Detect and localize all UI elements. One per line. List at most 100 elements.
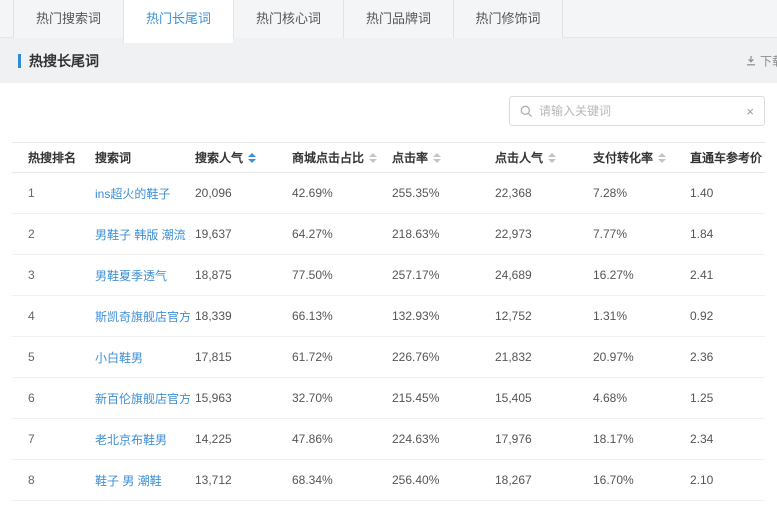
table-row: 4斯凯奇旗舰店官方旗舰18,33966.13%132.93%12,7521.31…: [12, 296, 765, 337]
tab-2-active[interactable]: 热门长尾词: [123, 0, 233, 43]
cell-pay_conversion: 7.77%: [588, 214, 685, 255]
title-accent-bar: [18, 54, 21, 68]
cell-click_popularity: 15,405: [490, 378, 588, 419]
keyword-link[interactable]: 男鞋夏季透气: [95, 269, 167, 283]
download-label: 下载: [760, 52, 777, 69]
cell-keyword: 男鞋夏季透气: [90, 255, 190, 296]
cell-ztc_price: 2.41: [685, 255, 765, 296]
sort-icon[interactable]: [369, 153, 377, 163]
keyword-link[interactable]: 鞋子 男 潮鞋: [95, 474, 162, 488]
cell-rank: 5: [12, 337, 90, 378]
sort-icon[interactable]: [433, 153, 441, 163]
cell-ztc_price: 2.34: [685, 419, 765, 460]
cell-rank: 2: [12, 214, 90, 255]
cell-click_popularity: 21,832: [490, 337, 588, 378]
search-input[interactable]: [539, 104, 740, 118]
tab-4[interactable]: 热门品牌词: [343, 0, 453, 38]
column-label: 搜索人气: [195, 151, 243, 165]
column-label: 支付转化率: [593, 151, 653, 165]
section-header: 热搜长尾词 下载: [0, 38, 777, 83]
column-label: 商城点击占比: [292, 151, 364, 165]
cell-click_rate: 132.93%: [387, 296, 490, 337]
cell-rank: 3: [12, 255, 90, 296]
cell-mall_click_ratio: 77.50%: [287, 255, 387, 296]
tab-1[interactable]: 热门搜索词: [13, 0, 123, 38]
table-row: 2 男鞋子 韩版 潮流 英...19,63764.27%218.63%22,973…: [12, 214, 765, 255]
cell-click_popularity: 12,752: [490, 296, 588, 337]
download-button[interactable]: 下载: [745, 52, 777, 69]
cell-keyword: 鞋子 男 潮鞋: [90, 460, 190, 501]
clear-icon[interactable]: ×: [740, 105, 754, 118]
keyword-table: 热搜排名搜索词搜索人气商城点击占比点击率点击人气支付转化率直通车参考价 1ins…: [12, 142, 765, 501]
column-label: 直通车参考价: [690, 151, 762, 165]
cell-click_popularity: 22,368: [490, 173, 588, 214]
cell-search_popularity: 17,815: [190, 337, 287, 378]
cell-keyword: 新百伦旗舰店官方正品: [90, 378, 190, 419]
column-header-4[interactable]: 商城点击占比: [287, 143, 387, 173]
cell-ztc_price: 1.84: [685, 214, 765, 255]
cell-pay_conversion: 16.70%: [588, 460, 685, 501]
cell-ztc_price: 2.36: [685, 337, 765, 378]
column-header-6[interactable]: 点击人气: [490, 143, 588, 173]
column-label: 点击率: [392, 151, 428, 165]
download-icon: [745, 55, 757, 67]
cell-pay_conversion: 16.27%: [588, 255, 685, 296]
cell-click_rate: 256.40%: [387, 460, 490, 501]
search-row: ×: [12, 83, 765, 126]
cell-click_rate: 215.45%: [387, 378, 490, 419]
sort-icon[interactable]: [658, 153, 666, 163]
cell-pay_conversion: 7.28%: [588, 173, 685, 214]
cell-search_popularity: 20,096: [190, 173, 287, 214]
cell-rank: 6: [12, 378, 90, 419]
tab-3[interactable]: 热门核心词: [233, 0, 343, 38]
keyword-link[interactable]: 斯凯奇旗舰店官方旗舰: [95, 310, 190, 324]
cell-rank: 7: [12, 419, 90, 460]
table-row: 8鞋子 男 潮鞋13,71268.34%256.40%18,26716.70%2…: [12, 460, 765, 501]
cell-pay_conversion: 20.97%: [588, 337, 685, 378]
column-header-7[interactable]: 支付转化率: [588, 143, 685, 173]
cell-ztc_price: 1.25: [685, 378, 765, 419]
column-header-5[interactable]: 点击率: [387, 143, 490, 173]
cell-ztc_price: 2.10: [685, 460, 765, 501]
cell-click_rate: 224.63%: [387, 419, 490, 460]
search-box: ×: [509, 96, 765, 126]
table-row: 7老北京布鞋男14,22547.86%224.63%17,97618.17%2.…: [12, 419, 765, 460]
cell-rank: 4: [12, 296, 90, 337]
keyword-link[interactable]: 小白鞋男: [95, 351, 143, 365]
tab-bar: 热门搜索词热门长尾词热门核心词热门品牌词热门修饰词: [0, 0, 777, 38]
keyword-link[interactable]: 老北京布鞋男: [95, 433, 167, 447]
cell-pay_conversion: 4.68%: [588, 378, 685, 419]
cell-click_popularity: 22,973: [490, 214, 588, 255]
column-header-2: 搜索词: [90, 143, 190, 173]
sort-icon[interactable]: [548, 153, 556, 163]
page-title: 热搜长尾词: [29, 51, 99, 71]
cell-mall_click_ratio: 32.70%: [287, 378, 387, 419]
tab-5[interactable]: 热门修饰词: [453, 0, 563, 38]
cell-search_popularity: 14,225: [190, 419, 287, 460]
keyword-link[interactable]: 男鞋子 韩版 潮流 英...: [95, 228, 190, 242]
cell-keyword: 小白鞋男: [90, 337, 190, 378]
column-label: 热搜排名: [28, 151, 76, 165]
sort-icon[interactable]: [248, 153, 256, 163]
cell-search_popularity: 19,637: [190, 214, 287, 255]
cell-search_popularity: 15,963: [190, 378, 287, 419]
table-row: 1ins超火的鞋子20,09642.69%255.35%22,3687.28%1…: [12, 173, 765, 214]
column-label: 点击人气: [495, 151, 543, 165]
cell-rank: 8: [12, 460, 90, 501]
column-header-3[interactable]: 搜索人气: [190, 143, 287, 173]
keyword-link[interactable]: ins超火的鞋子: [95, 187, 170, 201]
cell-click_popularity: 24,689: [490, 255, 588, 296]
table-row: 3男鞋夏季透气18,87577.50%257.17%24,68916.27%2.…: [12, 255, 765, 296]
cell-search_popularity: 18,339: [190, 296, 287, 337]
column-header-1: 热搜排名: [12, 143, 90, 173]
main-panel: × 热搜排名搜索词搜索人气商城点击占比点击率点击人气支付转化率直通车参考价 1i…: [0, 83, 777, 528]
cell-click_rate: 255.35%: [387, 173, 490, 214]
cell-click_rate: 218.63%: [387, 214, 490, 255]
cell-search_popularity: 18,875: [190, 255, 287, 296]
table-header-row: 热搜排名搜索词搜索人气 商城点击占比 点击率 点击人气 支付转化率 直通车参考价: [12, 143, 765, 173]
keyword-link[interactable]: 新百伦旗舰店官方正品: [95, 392, 190, 406]
cell-mall_click_ratio: 64.27%: [287, 214, 387, 255]
cell-mall_click_ratio: 68.34%: [287, 460, 387, 501]
cell-ztc_price: 1.40: [685, 173, 765, 214]
column-header-8[interactable]: 直通车参考价: [685, 143, 765, 173]
